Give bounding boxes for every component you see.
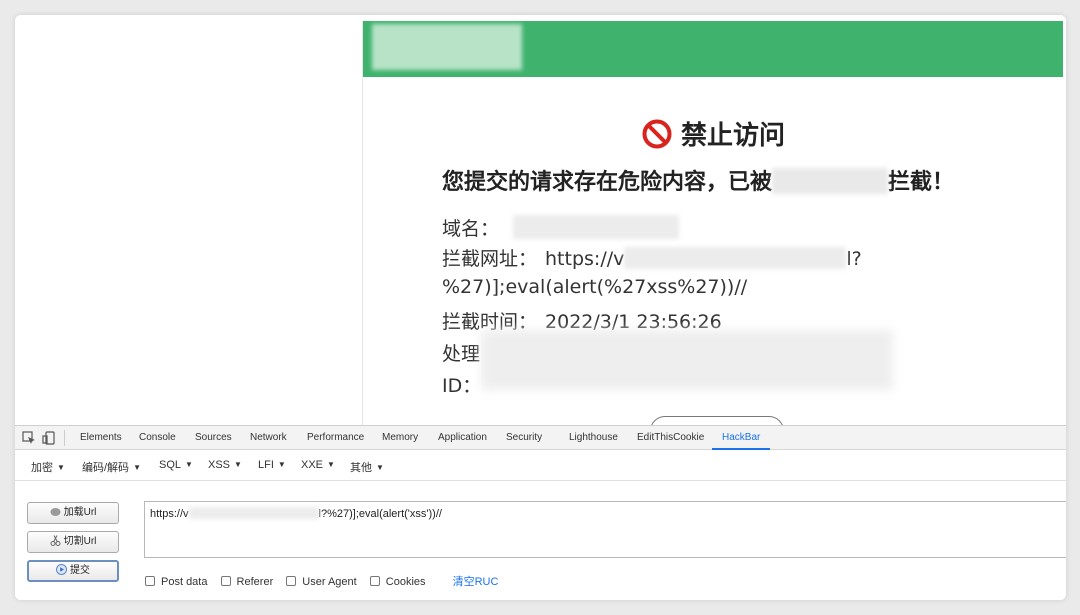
split-url-label: 切割Url <box>63 536 97 547</box>
device-toolbar-icon[interactable] <box>42 431 56 445</box>
blurred-logo <box>372 24 522 70</box>
block-message: 您提交的请求存在危险内容，已被 拦截！ <box>442 164 954 196</box>
inspect-element-icon[interactable] <box>22 431 36 445</box>
redacted-vendor <box>772 168 889 194</box>
menu-xss-label: XSS <box>208 459 231 471</box>
menu-xxe[interactable]: XXE ▼ <box>301 459 335 471</box>
no-entry-icon <box>642 119 672 149</box>
menu-sql-label: SQL <box>159 459 182 471</box>
request-options: Post data Referer User Agent Cookies 清空R… <box>145 573 498 589</box>
menu-encrypt[interactable]: 加密 ▼ <box>31 459 65 475</box>
clear-ruc-link[interactable]: 清空RUC <box>453 576 499 588</box>
referer-label: Referer <box>236 576 274 588</box>
redacted-url-input <box>188 507 319 519</box>
menu-sql[interactable]: SQL ▼ <box>159 459 193 471</box>
referer-checkbox[interactable] <box>220 576 231 586</box>
id-row: ID： <box>442 371 481 398</box>
menu-other[interactable]: 其他 ▼ <box>350 459 384 475</box>
menu-lfi[interactable]: LFI ▼ <box>258 459 286 471</box>
blocked-url-row: 拦截网址： https://v l?%27)];eval(alert(%27xss%… <box>442 245 1002 301</box>
chevron-down-icon: ▼ <box>327 460 335 469</box>
menu-xxe-label: XXE <box>301 459 324 471</box>
site-header <box>363 21 1063 77</box>
chevron-down-icon: ▼ <box>57 463 65 472</box>
post-data-checkbox[interactable] <box>145 576 155 586</box>
tab-elements[interactable]: Elements <box>80 426 122 450</box>
tab-network[interactable]: Network <box>250 426 287 450</box>
user-agent-label: User Agent <box>302 576 357 588</box>
url-text-end: l?%27)];eval(alert('xss'))// <box>318 508 442 520</box>
submit-button[interactable]: 提交 <box>27 560 119 582</box>
load-url-label: 加载Url <box>63 507 97 518</box>
submit-label: 提交 <box>70 565 90 576</box>
block-message-suffix: 拦截！ <box>888 170 955 195</box>
chevron-down-icon: ▼ <box>133 463 141 472</box>
page-title-text: 禁止访问 <box>680 121 785 151</box>
menu-encode-decode[interactable]: 编码/解码 ▼ <box>82 459 141 475</box>
handler-row: 处理 <box>442 339 480 366</box>
chevron-down-icon: ▼ <box>376 463 384 472</box>
redacted-domain <box>513 215 680 239</box>
menu-encode-decode-label: 编码/解码 <box>82 462 130 474</box>
cookies-option[interactable]: Cookies <box>369 576 426 588</box>
referer-option[interactable]: Referer <box>220 576 274 588</box>
load-icon <box>50 508 61 516</box>
tab-lighthouse[interactable]: Lighthouse <box>569 426 618 450</box>
load-url-button[interactable]: 加载Url <box>27 502 119 524</box>
play-icon <box>56 564 67 575</box>
screenshot-frame: 禁止访问 您提交的请求存在危险内容，已被 拦截！ 域名： 拦截网址： https:/… <box>15 15 1066 600</box>
block-message-prefix: 您提交的请求存在危险内容，已被 <box>442 170 773 195</box>
chevron-down-icon: ▼ <box>277 460 286 469</box>
tab-performance[interactable]: Performance <box>307 426 364 450</box>
post-data-option[interactable]: Post data <box>145 576 207 588</box>
url-textarea[interactable]: https://v l?%27)];eval(alert('xss'))// <box>144 501 1066 558</box>
cookies-checkbox[interactable] <box>369 576 380 586</box>
page-title: 禁止访问 <box>363 115 1064 152</box>
tab-console[interactable]: Console <box>139 426 176 450</box>
blocked-url-label: 拦截网址： <box>442 248 538 270</box>
user-agent-checkbox[interactable] <box>286 576 297 586</box>
cookies-label: Cookies <box>385 576 426 588</box>
devtools-panel: Elements Console Sources Network Perform… <box>15 425 1066 600</box>
domain-row: 域名： <box>442 214 680 241</box>
chevron-down-icon: ▼ <box>234 460 242 469</box>
tab-sources[interactable]: Sources <box>195 426 232 450</box>
split-url-button[interactable]: 切割Url <box>27 531 119 553</box>
redacted-details <box>481 330 893 390</box>
tab-application[interactable]: Application <box>438 426 487 450</box>
menu-encrypt-label: 加密 <box>31 462 53 474</box>
scissors-icon <box>50 535 61 546</box>
blocked-url-start: https://v <box>545 248 625 270</box>
id-label: ID： <box>442 375 482 397</box>
tab-editthiscookie[interactable]: EditThisCookie <box>637 426 704 450</box>
tab-security[interactable]: Security <box>506 426 542 450</box>
domain-label: 域名： <box>442 218 500 240</box>
menu-xss[interactable]: XSS ▼ <box>208 459 242 471</box>
user-agent-option[interactable]: User Agent <box>286 576 357 588</box>
chevron-down-icon: ▼ <box>185 460 193 469</box>
tab-hackbar[interactable]: HackBar <box>712 426 771 450</box>
post-data-label: Post data <box>161 576 208 588</box>
url-text-start: https://v <box>150 508 189 520</box>
menu-lfi-label: LFI <box>258 459 274 471</box>
devtools-tabbar: Elements Console Sources Network Perform… <box>15 426 1066 450</box>
handler-label: 处理 <box>442 343 481 365</box>
browser-page: 禁止访问 您提交的请求存在危险内容，已被 拦截！ 域名： 拦截网址： https:/… <box>15 15 1066 446</box>
menu-other-label: 其他 <box>350 462 372 474</box>
toolbar-divider <box>64 430 65 446</box>
hackbar-menubar: 加密 ▼ 编码/解码 ▼ SQL ▼ XSS ▼ LFI ▼ XXE ▼ 其他 ▼ <box>15 451 1066 481</box>
redacted-url <box>624 247 847 269</box>
tab-memory[interactable]: Memory <box>382 426 418 450</box>
